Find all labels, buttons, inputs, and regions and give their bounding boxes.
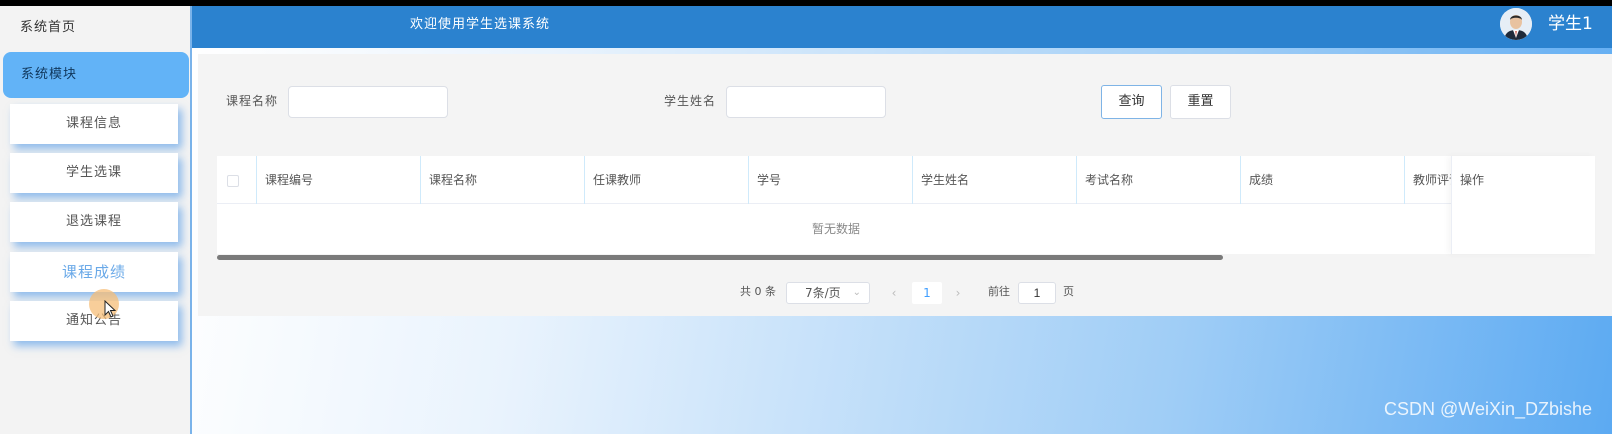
current-page-number[interactable]: 1 (912, 282, 942, 304)
sidebar-item-course-grades[interactable]: 课程成绩 (10, 252, 178, 292)
username-label[interactable]: 学生1 (1548, 6, 1593, 42)
column-score[interactable]: 成绩 (1241, 156, 1405, 204)
fixed-actions-column: 操作 (1451, 156, 1595, 254)
grades-table: 课程编号 课程名称 任课教师 学号 学生姓名 考试名称 成绩 教师评语 暂无数据… (217, 156, 1595, 254)
next-page-icon[interactable]: › (946, 282, 970, 304)
select-all-cell (217, 156, 257, 204)
student-name-label: 学生姓名 (664, 94, 717, 108)
pagination-total: 共 0 条 (740, 285, 776, 298)
top-header: 欢迎使用学生选课系统 学生1 (192, 6, 1612, 48)
column-course-code[interactable]: 课程编号 (257, 156, 421, 204)
mouse-cursor-icon (104, 300, 117, 318)
sidebar: 系统首页 系统模块 课程信息 学生选课 退选课程 课程成绩 通知公告 (0, 6, 192, 434)
select-all-checkbox[interactable] (227, 175, 239, 187)
column-student-name[interactable]: 学生姓名 (913, 156, 1077, 204)
user-avatar-icon[interactable] (1500, 8, 1532, 40)
table-horizontal-scrollbar[interactable] (217, 254, 1595, 262)
column-exam-name[interactable]: 考试名称 (1077, 156, 1241, 204)
column-teacher-comment[interactable]: 教师评语 (1405, 156, 1455, 204)
welcome-title: 欢迎使用学生选课系统 (410, 17, 551, 32)
page-size-select[interactable]: 7条/页 ⌄ (786, 282, 870, 304)
scrollbar-thumb[interactable] (217, 255, 1223, 260)
sidebar-module-header[interactable]: 系统模块 (3, 52, 189, 98)
empty-data-message: 暂无数据 (811, 222, 860, 236)
course-name-input[interactable] (288, 86, 448, 118)
reset-button[interactable]: 重置 (1170, 85, 1231, 119)
sidebar-item-course-selection[interactable]: 学生选课 (10, 153, 178, 193)
student-name-input[interactable] (726, 86, 886, 118)
page-unit-label: 页 (1063, 285, 1074, 298)
app-window: 系统首页 系统模块 课程信息 学生选课 退选课程 课程成绩 通知公告 欢迎使用学… (0, 6, 1612, 434)
course-name-label: 课程名称 (226, 94, 279, 108)
column-teacher[interactable]: 任课教师 (585, 156, 749, 204)
prev-page-icon[interactable]: ‹ (882, 282, 906, 304)
query-button[interactable]: 查询 (1101, 85, 1162, 119)
watermark-text: CSDN @WeiXin_DZbishe (1384, 399, 1593, 419)
goto-label: 前往 (988, 285, 1010, 298)
column-course-name[interactable]: 课程名称 (421, 156, 585, 204)
sidebar-home-link[interactable]: 系统首页 (0, 6, 190, 50)
column-student-id[interactable]: 学号 (749, 156, 913, 204)
goto-page-input[interactable] (1018, 282, 1056, 304)
sidebar-item-course-info[interactable]: 课程信息 (10, 104, 178, 144)
table-header: 课程编号 课程名称 任课教师 学号 学生姓名 考试名称 成绩 教师评语 (217, 156, 1595, 204)
page-size-value: 7条/页 (805, 286, 841, 300)
column-actions[interactable]: 操作 (1452, 156, 1596, 204)
chevron-down-icon: ⌄ (852, 287, 861, 298)
sidebar-item-drop-course[interactable]: 退选课程 (10, 202, 178, 242)
